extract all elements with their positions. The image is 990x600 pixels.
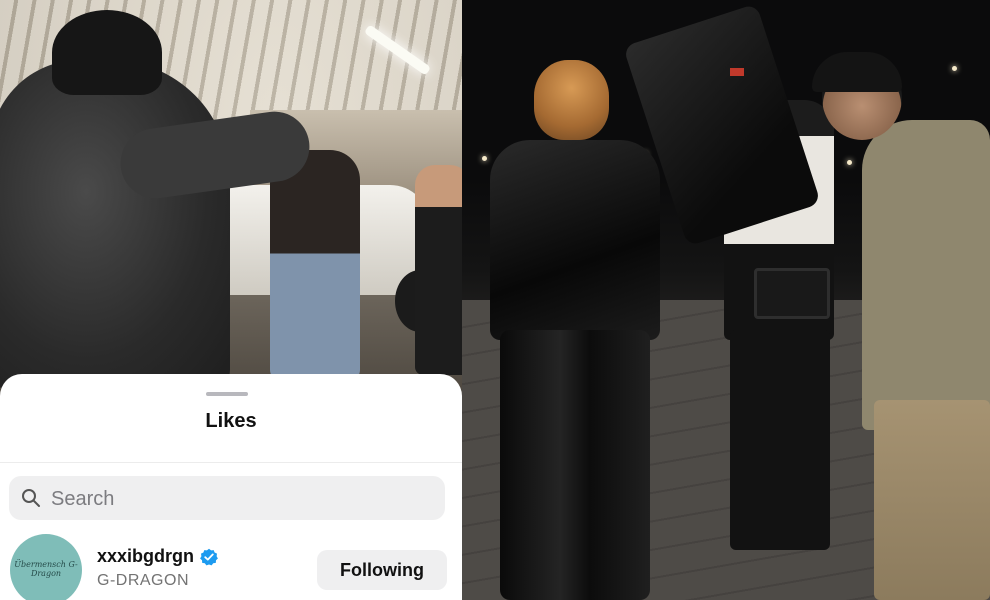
following-button[interactable]: Following [317, 550, 447, 590]
dancer-foreground [0, 60, 230, 390]
likes-sheet: Likes Übermensch G-Dragon xxxibgdrgn G-D… [0, 374, 462, 600]
dancer-cap [52, 10, 162, 95]
avatar[interactable]: Übermensch G-Dragon [10, 534, 82, 600]
person-leather-pants [500, 330, 650, 600]
sheet-grabber-handle[interactable] [206, 392, 248, 396]
crew-member-cap [812, 52, 902, 92]
dancer-center [270, 150, 360, 380]
avatar-signature: Übermensch G-Dragon [14, 560, 78, 578]
camera-monitor [754, 268, 830, 319]
camera-operator-legs [730, 330, 830, 550]
search-bar[interactable] [9, 476, 445, 522]
behind-the-scenes-photo [462, 0, 990, 600]
sheet-divider [0, 462, 462, 463]
user-name-row[interactable]: xxxibgdrgn [97, 546, 218, 567]
dance-video-still: Likes Übermensch G-Dragon xxxibgdrgn G-D… [0, 0, 462, 600]
camera-red-label [730, 68, 744, 76]
search-input[interactable] [49, 476, 433, 522]
crew-member-pants [874, 400, 990, 600]
dancer-right [415, 165, 462, 375]
search-icon [22, 489, 40, 507]
person-curly-hair [534, 60, 609, 140]
username[interactable]: xxxibgdrgn [97, 546, 194, 567]
display-name: G-DRAGON [97, 572, 189, 589]
verified-badge-icon [200, 548, 218, 565]
likes-title: Likes [205, 410, 257, 432]
crew-member-shirt [862, 120, 990, 430]
person-leather-jacket [490, 140, 660, 340]
